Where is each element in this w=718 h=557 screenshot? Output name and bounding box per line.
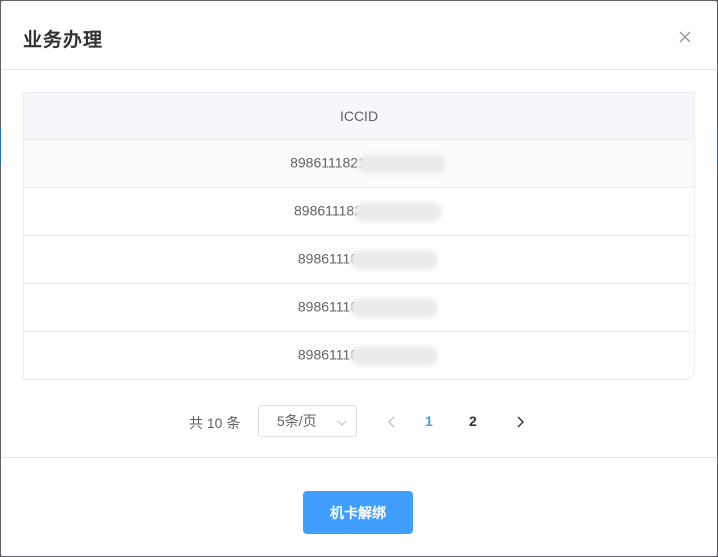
table-row: 89861118 [24, 236, 694, 284]
redaction-mask [350, 297, 439, 318]
page-1-button[interactable]: 1 [425, 413, 433, 429]
table-row: 89861118 [24, 332, 694, 379]
chevron-down-icon [337, 420, 347, 426]
table-row: 8986111821 [24, 140, 694, 188]
pagination-total: 共 10 条 [189, 415, 241, 431]
chevron-right-icon [517, 416, 524, 428]
table-row: 898611182 [24, 188, 694, 236]
page-2-button[interactable]: 2 [469, 413, 477, 429]
iccid-cell: 8986111821 [290, 153, 446, 174]
iccid-value: 898611182 [294, 202, 362, 219]
page-size-select[interactable]: 5条/页 [258, 405, 357, 437]
business-dialog: 业务办理 ICCID 8986111821 898611182 89861118 89… [1, 1, 717, 556]
table-row: 89861118 [24, 284, 694, 332]
redaction-mask [357, 153, 446, 174]
footer-divider [1, 457, 717, 458]
dialog-title: 业务办理 [23, 30, 104, 51]
iccid-cell: 89861118 [297, 346, 439, 366]
close-icon [679, 31, 691, 43]
pagination: 共 10 条 5条/页 1 2 [1, 404, 717, 438]
page-size-value: 5条/页 [277, 413, 317, 429]
redaction-mask [350, 346, 439, 366]
iccid-value: 89861118 [297, 298, 359, 315]
redaction-mask [350, 249, 439, 270]
iccid-value: 89861118 [297, 250, 359, 267]
prev-page-button[interactable] [382, 412, 402, 432]
close-button[interactable] [673, 25, 697, 49]
iccid-value: 89861118 [297, 346, 359, 363]
dialog-header: 业务办理 [1, 1, 717, 70]
redaction-mask [354, 201, 442, 222]
iccid-cell: 89861118 [297, 249, 439, 270]
next-page-button[interactable] [510, 412, 530, 432]
iccid-cell: 89861118 [297, 297, 439, 318]
iccid-table: ICCID 8986111821 898611182 89861118 8986111… [23, 92, 695, 380]
table-header-iccid: ICCID [24, 93, 694, 140]
iccid-cell: 898611182 [294, 201, 442, 222]
chevron-left-icon [388, 416, 395, 428]
unbind-card-button[interactable]: 机卡解绑 [303, 491, 413, 534]
iccid-value: 8986111821 [290, 154, 366, 171]
